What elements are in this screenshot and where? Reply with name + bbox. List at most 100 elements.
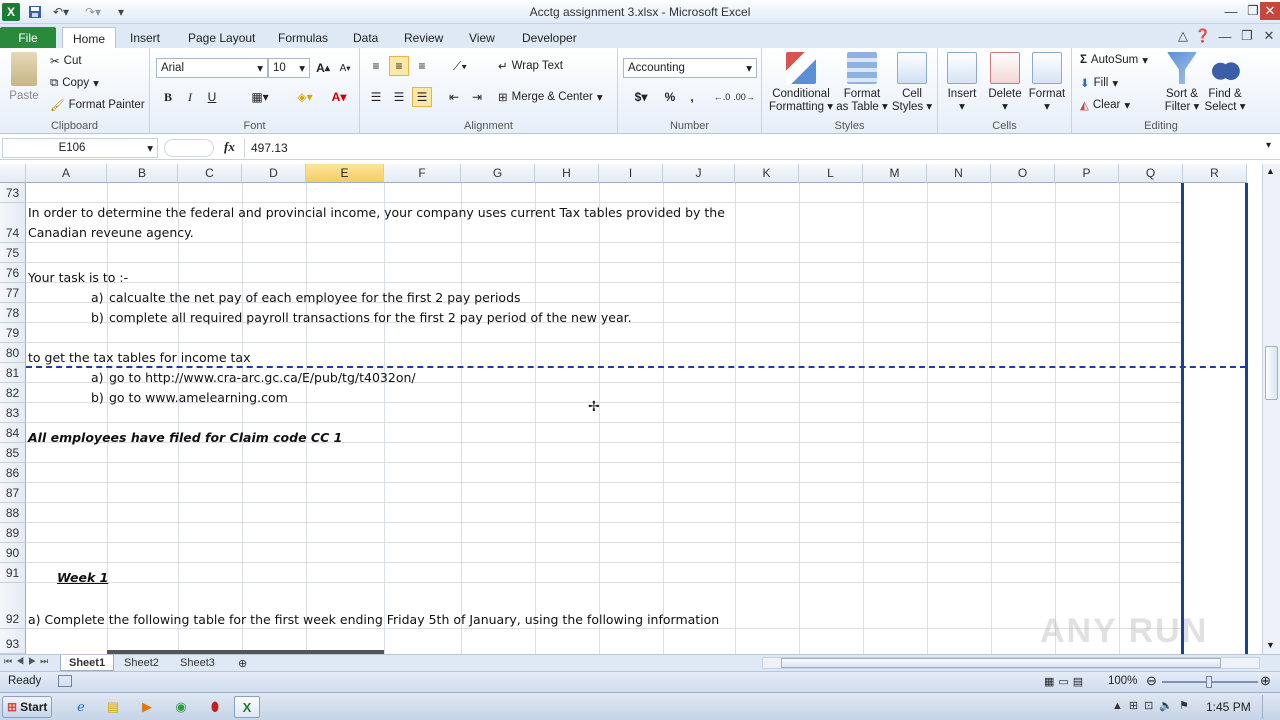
name-box[interactable]: E106 ▾ xyxy=(2,138,158,158)
row-header-80[interactable]: 80 xyxy=(0,343,26,363)
cell-a92[interactable]: a) Complete the following table for the … xyxy=(28,612,719,628)
wrap-text-button[interactable]: ↵ Wrap Text xyxy=(498,59,563,73)
minimize-icon[interactable]: — xyxy=(1220,2,1242,20)
cell-a76[interactable]: Your task is to :- xyxy=(28,270,128,286)
borders-icon[interactable]: ▦▾ xyxy=(246,87,274,107)
show-desktop-button[interactable] xyxy=(1262,695,1278,719)
number-format-select[interactable]: Accounting ▾ xyxy=(623,58,757,78)
start-button[interactable]: ⊞ Start xyxy=(2,696,52,718)
row-header-93[interactable]: 93 xyxy=(0,629,26,654)
align-right-icon[interactable]: ☰ xyxy=(412,87,432,107)
align-center-icon[interactable]: ☰ xyxy=(389,87,409,107)
cell-b81[interactable]: go to http://www.cra-arc.gc.ca/E/pub/tg/… xyxy=(109,370,416,386)
column-header-i[interactable]: I xyxy=(599,164,663,183)
ribbon-collapse-icon[interactable]: △ xyxy=(1172,27,1194,45)
row-header-91[interactable]: 91 xyxy=(0,563,26,583)
column-header-l[interactable]: L xyxy=(799,164,863,183)
cell-a80[interactable]: to get the tax tables for income tax xyxy=(28,350,250,366)
vertical-scrollbar[interactable]: ▲ ▼ xyxy=(1262,164,1280,654)
merge-center-button[interactable]: ⊞ Merge & Center ▾ xyxy=(498,90,603,104)
format-as-table-button[interactable]: Format as Table ▾ xyxy=(836,52,888,114)
zoom-slider-thumb[interactable] xyxy=(1206,676,1212,688)
tab-review[interactable]: Review xyxy=(394,27,453,48)
bold-button[interactable]: B xyxy=(158,87,178,107)
scroll-up-icon[interactable]: ▲ xyxy=(1266,166,1275,176)
formula-input[interactable]: 497.13 xyxy=(244,138,1266,158)
opera-icon[interactable]: ⬮ xyxy=(202,696,228,718)
fill-button[interactable]: ⬇ Fill ▾ xyxy=(1080,76,1118,90)
column-header-d[interactable]: D xyxy=(242,164,306,183)
column-header-q[interactable]: Q xyxy=(1119,164,1183,183)
shrink-font-icon[interactable]: A ▾ xyxy=(335,58,355,78)
cell-b82[interactable]: go to www.amelearning.com xyxy=(109,390,288,406)
sheet-tab-1[interactable]: Sheet1 xyxy=(60,655,115,671)
vertical-scroll-thumb[interactable] xyxy=(1265,346,1278,400)
ie-icon[interactable]: ℯ xyxy=(68,696,94,718)
grow-font-icon[interactable]: A ▴ xyxy=(313,58,333,78)
insert-cells-button[interactable]: Insert ▾ xyxy=(942,52,982,114)
clear-button[interactable]: ◭ Clear ▾ xyxy=(1080,98,1130,112)
copy-button[interactable]: ⧉ Copy ▾ xyxy=(50,76,99,91)
percent-style-button[interactable]: % xyxy=(660,87,680,107)
view-buttons-icon[interactable]: ▦▭▤ xyxy=(1044,675,1087,688)
align-middle-icon[interactable]: ≡ xyxy=(389,56,409,76)
row-header-81[interactable]: 81 xyxy=(0,363,26,383)
font-size-select[interactable]: 10 ▾ xyxy=(268,58,310,78)
column-header-p[interactable]: P xyxy=(1055,164,1119,183)
insert-function-icon[interactable]: fx xyxy=(224,139,235,155)
orientation-icon[interactable]: ⟋▾ xyxy=(446,56,474,76)
increase-decimal-icon[interactable]: ←.0 xyxy=(712,87,732,107)
expand-formula-bar-icon[interactable]: ▾ xyxy=(1266,140,1271,151)
column-header-b[interactable]: B xyxy=(107,164,178,183)
macro-record-icon[interactable] xyxy=(58,675,72,687)
decrease-decimal-icon[interactable]: .00→ xyxy=(733,87,755,107)
cell-b77[interactable]: calcualte the net pay of each employee f… xyxy=(109,290,521,306)
cell-a84[interactable]: All employees have filed for Claim code … xyxy=(28,430,342,446)
scroll-down-icon[interactable]: ▼ xyxy=(1266,640,1275,650)
tab-view[interactable]: View xyxy=(459,27,505,48)
row-header-88[interactable]: 88 xyxy=(0,503,26,523)
delete-cells-button[interactable]: Delete ▾ xyxy=(984,52,1026,114)
tab-page-layout[interactable]: Page Layout xyxy=(178,27,265,48)
font-name-select[interactable]: Arial ▾ xyxy=(156,58,268,78)
column-header-g[interactable]: G xyxy=(461,164,535,183)
autosum-button[interactable]: Σ AutoSum ▾ xyxy=(1080,53,1148,67)
row-header-84[interactable]: 84 xyxy=(0,423,26,443)
column-header-m[interactable]: M xyxy=(863,164,927,183)
workbook-minimize-icon[interactable]: — xyxy=(1214,27,1236,45)
cell-a74-line2[interactable]: Canadian reveune agency. xyxy=(28,225,194,241)
find-select-button[interactable]: Find & Select ▾ xyxy=(1204,52,1246,114)
row-header-85[interactable]: 85 xyxy=(0,443,26,463)
excel-taskbar-icon[interactable]: X xyxy=(234,696,260,718)
folder-icon[interactable]: ▤ xyxy=(100,696,126,718)
column-header-o[interactable]: O xyxy=(991,164,1055,183)
cell-a74-line1[interactable]: In order to determine the federal and pr… xyxy=(28,205,725,221)
horizontal-scrollbar[interactable] xyxy=(762,657,1260,669)
tab-developer[interactable]: Developer xyxy=(512,27,587,48)
cut-button[interactable]: ✂ Cut xyxy=(50,54,82,68)
workbook-close-icon[interactable]: ✕ xyxy=(1258,27,1280,45)
italic-button[interactable]: I xyxy=(180,87,200,107)
zoom-out-icon[interactable]: ⊖ xyxy=(1146,673,1157,689)
tab-file[interactable]: File xyxy=(0,27,56,48)
column-header-a[interactable]: A xyxy=(26,164,107,183)
sheet-tab-2[interactable]: Sheet2 xyxy=(116,655,167,671)
align-top-icon[interactable]: ≡ xyxy=(366,56,386,76)
cell-b78[interactable]: complete all required payroll transactio… xyxy=(109,310,632,326)
row-header-92[interactable]: 92 xyxy=(0,583,26,629)
row-header-73[interactable]: 73 xyxy=(0,183,26,203)
tab-formulas[interactable]: Formulas xyxy=(268,27,338,48)
column-header-r[interactable]: R xyxy=(1183,164,1247,183)
column-header-c[interactable]: C xyxy=(178,164,242,183)
close-icon[interactable]: ✕ xyxy=(1260,2,1280,20)
align-left-icon[interactable]: ☰ xyxy=(366,87,386,107)
column-header-e[interactable]: E xyxy=(306,164,384,183)
comma-style-button[interactable]: , xyxy=(682,87,702,107)
tab-home[interactable]: Home xyxy=(62,27,117,49)
align-bottom-icon[interactable]: ≡ xyxy=(412,56,432,76)
row-header-76[interactable]: 76 xyxy=(0,263,26,283)
cell-a91[interactable]: Week 1 xyxy=(57,570,108,586)
workbook-restore-icon[interactable]: ❐ xyxy=(1236,27,1258,45)
help-icon[interactable]: ❓ xyxy=(1192,27,1214,45)
row-header-78[interactable]: 78 xyxy=(0,303,26,323)
